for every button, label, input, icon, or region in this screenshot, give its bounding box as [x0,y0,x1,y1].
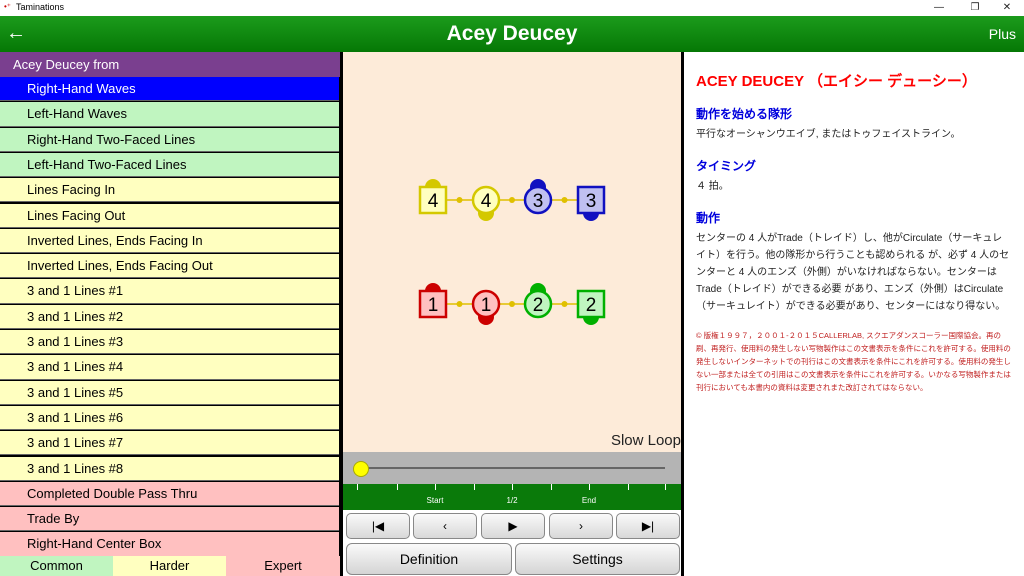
list-item[interactable]: Right-Hand Waves [0,77,339,102]
copyright-text: © 版権１９９７，２００１-２０１５CALLERLAB, スクエアダンスコーラー… [696,331,1011,392]
level-expert: Expert [226,556,340,576]
dancer-number: 1 [428,295,439,316]
dancer-2: 2 [523,283,553,319]
level-common: Common [0,556,113,576]
hand-hold-dot [456,301,463,307]
formation-text: 平行なオーシャンウエイブ, またはトゥフェイストライン。 [696,129,961,140]
list-item[interactable]: 3 and 1 Lines #3 [0,330,339,355]
dancer-number: 4 [481,191,492,212]
back-arrow-icon[interactable]: ← [6,20,26,46]
list-item[interactable]: Lines Facing In [0,178,339,203]
list-item[interactable]: Trade By [0,507,339,532]
animation-panel: 4 4 3 3 1 1 2 2 Slow Loop Start 1/2 End |◀ ‹ ▶ … [343,52,681,576]
dancer-1: 1 [418,283,448,319]
dancer-diagram: 4 4 3 3 1 1 2 2 [418,179,606,325]
playback-controls: |◀ ‹ ▶ › ▶| Definition Settings [343,510,681,576]
tick [357,484,358,490]
tick [397,484,398,490]
definition-panel: ACEY DEUCEY （エイシー デューシー） 動作を始める隊形 平行なオーシ… [684,52,1024,576]
definition-title: ACEY DEUCEY （エイシー デューシー） [696,73,977,90]
first-beat-button[interactable]: |◀ [346,513,410,539]
app-icon: •⁺ [4,2,12,11]
dancer-number: 4 [428,191,439,212]
definition-button[interactable]: Definition [346,543,512,575]
timing-text: ４ 拍。 [696,181,729,192]
tick [628,484,629,490]
formation-list: Acey Deucey from Right-Hand Waves Left-Ha… [0,52,340,576]
dancer-number: 1 [481,295,492,316]
list-item[interactable]: 3 and 1 Lines #7 [0,431,339,456]
hand-hold-dot [456,197,463,203]
last-beat-button[interactable]: ▶| [616,513,680,539]
level-plus-label[interactable]: Plus [989,16,1016,52]
dancer-4: 4 [471,185,501,221]
list-item[interactable]: Inverted Lines, Ends Facing In [0,228,339,254]
dancer-3: 3 [523,179,553,215]
tick [589,484,590,490]
settings-button[interactable]: Settings [515,543,680,575]
tick [474,484,475,490]
app-header: ← Acey Deucey Plus [0,16,1024,52]
dancer-number: 3 [586,191,597,212]
dancer-1: 1 [471,289,501,325]
list-header: Acey Deucey from [0,52,340,77]
tick-end-label: End [581,496,597,505]
list-item[interactable]: Left-Hand Waves [0,102,339,127]
animation-slider[interactable] [343,452,681,484]
slider-knob[interactable] [353,461,369,477]
dancer-number: 3 [533,191,544,212]
hand-hold-dot [509,197,515,203]
hand-hold-dot [561,197,568,203]
action-heading: 動作 [696,211,721,225]
tick-start-label: Start [426,496,444,505]
list-item[interactable]: Lines Facing Out [0,203,339,228]
list-item[interactable]: Inverted Lines, Ends Facing Out [0,254,339,279]
previous-beat-button[interactable]: ‹ [413,513,477,539]
slider-track [357,467,665,469]
play-button[interactable]: ▶ [481,513,545,539]
dancer-2: 2 [576,289,606,325]
list-item[interactable]: 3 and 1 Lines #1 [0,279,339,304]
action-text: センターの 4 人がTrade（トレイド）し、他がCirculate（サーキュレ… [696,233,1010,312]
beat-ticks: Start 1/2 End [343,484,681,510]
list-item[interactable]: 3 and 1 Lines #6 [0,405,339,431]
tick [551,484,552,490]
level-legend: Common Harder Expert [0,556,340,576]
dancer-number: 2 [586,295,597,316]
window-title: Taminations [16,2,65,12]
list-item[interactable]: Left-Hand Two-Faced Lines [0,152,339,178]
window-titlebar: •⁺ Taminations — ❐ ✕ [0,0,1024,16]
tick [435,484,436,490]
list-item[interactable]: Right-Hand Two-Faced Lines [0,127,339,152]
dancer-3: 3 [576,185,606,221]
dance-floor[interactable]: 4 4 3 3 1 1 2 2 Slow Loop [343,52,681,452]
dancer-4: 4 [418,179,448,215]
restore-button[interactable]: ❐ [958,0,992,16]
formation-heading: 動作を始める隊形 [696,107,793,121]
tick [665,484,666,490]
dancer-number: 2 [533,295,544,316]
next-beat-button[interactable]: › [549,513,613,539]
list-item[interactable]: 3 and 1 Lines #5 [0,380,339,405]
level-harder: Harder [113,556,226,576]
list-item[interactable]: 3 and 1 Lines #2 [0,304,339,329]
slow-loop-label: Slow Loop [610,432,681,449]
tick [512,484,513,490]
page-title: Acey Deucey [446,22,578,45]
close-window-button[interactable]: ✕ [990,0,1024,16]
minimize-button[interactable]: — [922,0,956,16]
list-item[interactable]: 3 and 1 Lines #4 [0,355,339,380]
list-item[interactable]: Right-Hand Center Box [0,532,339,557]
hand-hold-dot [509,301,515,307]
timing-heading: タイミング [696,159,757,173]
hand-hold-dot [561,301,568,307]
list-item[interactable]: 3 and 1 Lines #8 [0,456,339,481]
list-item[interactable]: Completed Double Pass Thru [0,481,339,507]
tick-half-label: 1/2 [506,496,518,505]
